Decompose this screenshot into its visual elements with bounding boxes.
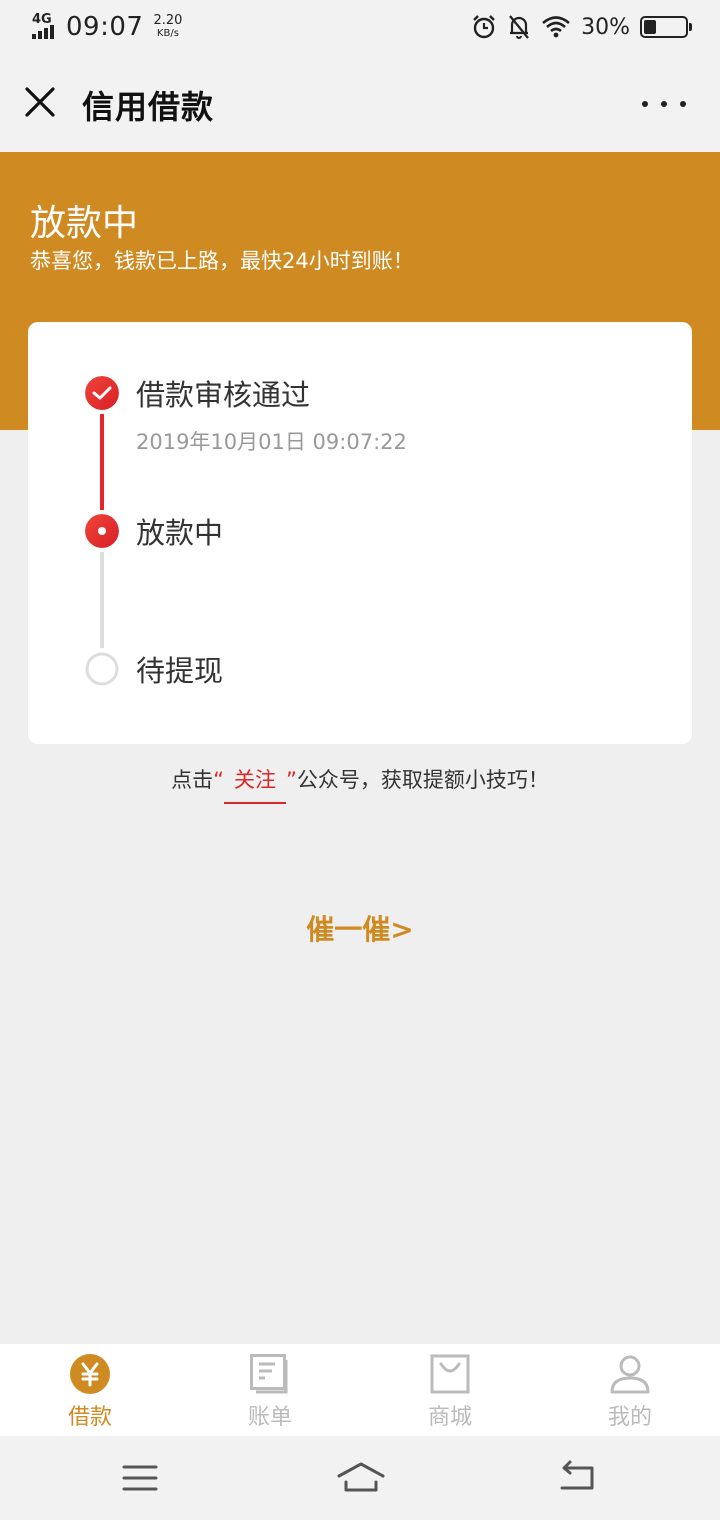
home-icon[interactable] [336,1456,386,1500]
follow-tip: 点击“ 关注 ”公众号，获取提额小技巧！ [0,764,720,804]
more-icon[interactable] [642,94,686,114]
tab-label-mine: 我的 [607,1405,652,1430]
user-icon [610,1355,650,1394]
back-icon[interactable] [556,1456,600,1500]
step-connector-pending [100,552,104,648]
tab-label-loan: 借款 [67,1405,112,1430]
step-label-withdraw: 待提现 [136,654,224,688]
tab-label-shop: 商城 [427,1405,472,1430]
banner-subtitle: 恭喜您，钱款已上路，最快24小时到账！ [30,249,414,273]
tip-open-quote: “ [213,768,224,792]
step-connector-done [100,414,104,510]
menu-icon[interactable] [118,1456,162,1500]
current-step-icon [85,514,119,548]
network-speed: 2.20 KB/s [153,14,182,40]
step-label-disbursing: 放款中 [136,516,224,550]
banner-title: 放款中 [30,203,139,244]
yuan-icon [70,1354,110,1394]
tab-bar: 借款 账单 商城 我的 [0,1344,720,1436]
status-bar: 4G 09:07 2.20 KB/s 30% [0,0,720,58]
bill-icon [250,1354,288,1394]
pending-step-icon [85,652,119,686]
shop-bag-icon [430,1354,470,1394]
battery-percent: 30% [581,14,630,40]
wifi-icon [542,16,570,38]
battery-icon [640,16,692,38]
status-right: 30% [471,14,692,40]
status-time: 09:07 [66,12,144,42]
tip-close-quote: ” [286,768,297,792]
step-label-approved: 借款审核通过 [136,378,311,412]
urge-button[interactable]: 催一催> [0,908,720,948]
speed-unit: KB/s [156,28,179,39]
step-time-approved: 2019年10月01日 09:07:22 [136,430,407,454]
close-icon[interactable] [22,84,58,120]
tip-suffix: 公众号，获取提额小技巧！ [296,768,549,792]
tab-mine[interactable]: 我的 [540,1344,720,1436]
alarm-icon [473,15,495,39]
nav-bar: 信用借款 [0,58,720,152]
progress-card: 借款审核通过 2019年10月01日 09:07:22 放款中 待提现 [28,322,692,744]
signal-icon: 4G [30,13,58,41]
system-nav-bar [0,1436,720,1520]
page-title: 信用借款 [82,88,215,126]
speed-value: 2.20 [153,13,183,28]
tip-prefix: 点击 [171,768,214,792]
tab-shop[interactable]: 商城 [360,1344,540,1436]
follow-link[interactable]: 关注 [224,764,286,804]
check-circle-icon [85,376,119,410]
status-left: 4G 09:07 2.20 KB/s [30,12,182,42]
bell-off-icon [509,15,529,39]
tab-bill[interactable]: 账单 [180,1344,360,1436]
tab-label-bill: 账单 [247,1405,292,1430]
tab-loan[interactable]: 借款 [0,1344,180,1436]
